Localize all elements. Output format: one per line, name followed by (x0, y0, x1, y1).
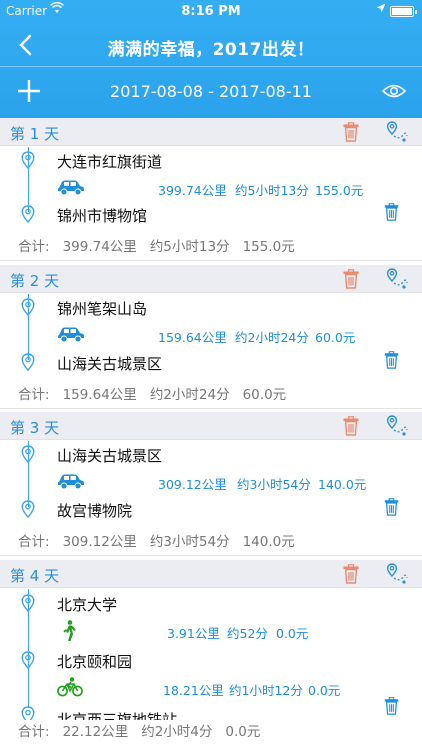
pin-icon (21, 298, 35, 316)
leg-duration: 约2小时24分 (235, 330, 309, 345)
divider (0, 260, 422, 261)
pin-icon (21, 205, 35, 223)
battery-icon (390, 6, 417, 17)
summary-duration: 约3小时54分 (149, 534, 230, 550)
place-name[interactable]: 锦州市博物馆 (57, 205, 147, 226)
pin-icon (21, 500, 35, 518)
day-label: 第 2 天 (10, 272, 60, 290)
trash-icon[interactable] (384, 351, 399, 369)
app-header: Carrier 8:16 PM 满满的幸福，2017出发！ 2017-08-08… (0, 0, 422, 118)
day-header: 第 4 天 (0, 560, 422, 588)
place-name[interactable]: 北京颐和园 (57, 651, 132, 672)
clipped-row: 北京西三旗地铁站 (0, 703, 422, 721)
pin-icon (21, 151, 35, 169)
summary-prefix: 合计: (18, 534, 50, 550)
summary-duration: 约2小时24分 (149, 387, 230, 403)
divider (0, 555, 422, 556)
day-summary: 合计: 159.64公里 约2小时24分 60.0元 (18, 383, 299, 403)
trash-icon[interactable] (343, 564, 359, 584)
leg-duration: 约52分 (227, 626, 268, 641)
divider (0, 408, 422, 409)
route-icon[interactable] (385, 267, 409, 291)
leg-distance: 159.64公里 (158, 330, 227, 345)
car-icon (57, 178, 85, 196)
summary-prefix: 合计: (18, 239, 50, 255)
summary-prefix: 合计: (18, 724, 50, 740)
bike-icon (57, 677, 83, 697)
day-summary: 合计: 309.12公里 约3小时54分 140.0元 (18, 530, 308, 550)
car-icon (57, 472, 85, 490)
summary-cost: 155.0元 (242, 239, 295, 255)
day-summary: 合计: 399.74公里 约5小时13分 155.0元 (18, 235, 308, 255)
leg-distance: 18.21公里 (163, 683, 224, 698)
trash-icon[interactable] (384, 203, 399, 221)
leg-cost: 140.0元 (318, 477, 367, 492)
leg-duration: 约3小时54分 (237, 477, 311, 492)
day-label: 第 4 天 (10, 567, 60, 585)
summary-prefix: 合计: (18, 387, 50, 403)
summary-duration: 约2小时4分 (141, 724, 213, 740)
summary-duration: 约5小时13分 (149, 239, 230, 255)
pin-icon (21, 445, 35, 463)
day-summary: 合计: 22.12公里 约2小时4分 0.0元 (18, 720, 280, 740)
summary-distance: 22.12公里 (62, 724, 129, 740)
leg-cost: 0.0元 (308, 683, 341, 698)
car-icon (57, 325, 85, 343)
trash-icon[interactable] (343, 122, 359, 142)
route-icon[interactable] (385, 562, 409, 586)
place-name[interactable]: 山海关古城景区 (57, 353, 162, 374)
day-header: 第 1 天 (0, 118, 422, 146)
preview-button[interactable] (381, 80, 407, 102)
status-time: 8:16 PM (181, 4, 241, 19)
nav-divider (0, 66, 422, 67)
leg-cost: 0.0元 (276, 626, 309, 641)
date-range[interactable]: 2017-08-08 - 2017-08-11 (0, 82, 422, 101)
leg-distance: 399.74公里 (158, 183, 227, 198)
place-name[interactable]: 锦州笔架山岛 (57, 298, 147, 319)
pin-icon (21, 651, 35, 669)
day-header: 第 2 天 (0, 265, 422, 293)
summary-distance: 159.64公里 (62, 387, 137, 403)
summary-cost: 60.0元 (242, 387, 287, 403)
place-name[interactable]: 山海关古城景区 (57, 445, 162, 466)
leg-cost: 155.0元 (315, 183, 364, 198)
eye-icon (381, 84, 407, 98)
summary-cost: 0.0元 (225, 724, 261, 740)
summary-cost: 140.0元 (242, 534, 295, 550)
trash-icon[interactable] (343, 416, 359, 436)
place-name[interactable]: 故宫博物院 (57, 500, 132, 521)
day-label: 第 1 天 (10, 125, 60, 143)
day-header: 第 3 天 (0, 412, 422, 440)
page-title: 满满的幸福，2017出发！ (107, 40, 315, 60)
pin-icon (21, 594, 35, 612)
route-icon[interactable] (385, 414, 409, 438)
summary-distance: 309.12公里 (62, 534, 137, 550)
route-icon[interactable] (385, 120, 409, 144)
leg-distance: 309.12公里 (158, 477, 227, 492)
trash-icon[interactable] (343, 269, 359, 289)
place-name[interactable]: 北京大学 (57, 594, 117, 615)
summary-distance: 399.74公里 (62, 239, 137, 255)
trash-icon[interactable] (384, 498, 399, 516)
status-bar: Carrier 8:16 PM (0, 0, 422, 22)
location-arrow-icon (376, 3, 386, 16)
place-name[interactable]: 大连市红旗街道 (57, 151, 162, 172)
leg-duration: 约5小时13分 (235, 183, 309, 198)
pin-icon (21, 353, 35, 371)
day-label: 第 3 天 (10, 419, 60, 437)
leg-cost: 60.0元 (315, 330, 356, 345)
walk-icon (59, 620, 79, 642)
leg-distance: 3.91公里 (167, 626, 220, 641)
pin-icon (21, 706, 35, 721)
leg-duration: 约1小时12分 (229, 683, 303, 698)
